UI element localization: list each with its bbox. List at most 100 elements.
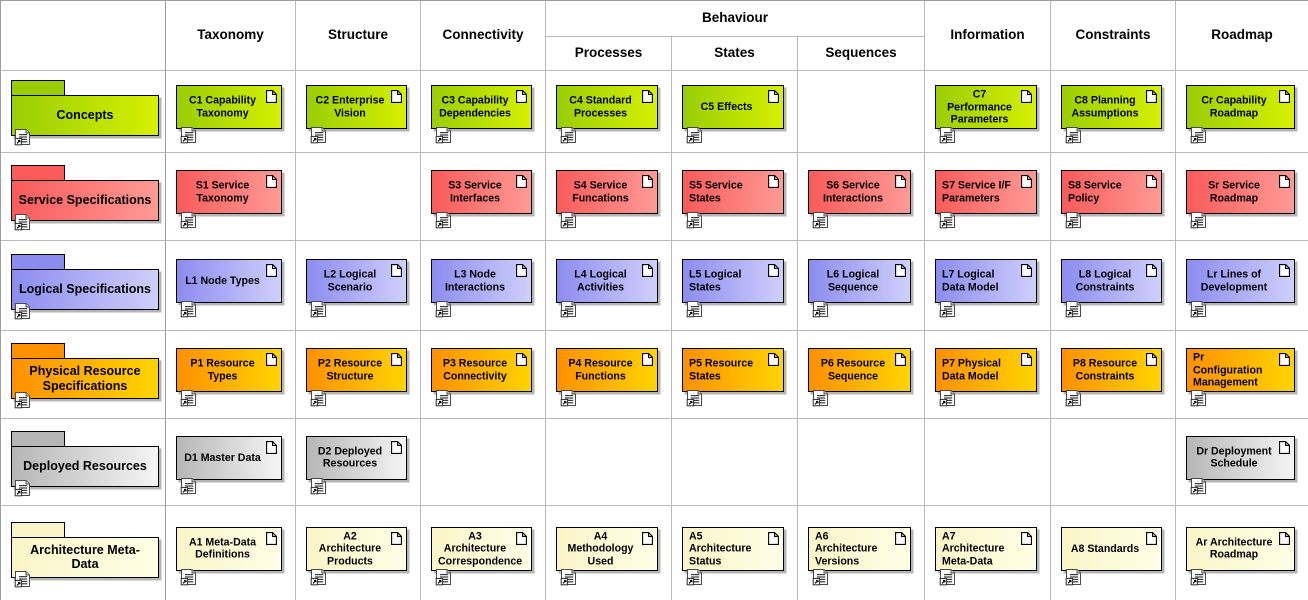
- linked-document-icon[interactable]: [686, 211, 704, 229]
- node-card-physical-sequences[interactable]: P6 Resource Sequence: [808, 348, 911, 407]
- column-header-taxonomy[interactable]: Taxonomy: [166, 1, 296, 71]
- node-card-meta-states[interactable]: A5 Architecture Status: [682, 526, 784, 585]
- linked-document-icon[interactable]: [560, 389, 578, 407]
- node-card-concepts-connectivity[interactable]: C3 Capability Dependencies: [431, 85, 532, 144]
- linked-document-icon[interactable]: [14, 128, 32, 146]
- linked-document-icon[interactable]: [180, 211, 198, 229]
- node-card-concepts-states[interactable]: C5 Effects: [682, 85, 784, 144]
- column-header-connectivity[interactable]: Connectivity: [421, 1, 546, 71]
- linked-document-icon[interactable]: [560, 568, 578, 586]
- linked-document-icon[interactable]: [180, 126, 198, 144]
- node-card-logical-states[interactable]: L5 Logical States: [682, 259, 784, 318]
- linked-document-icon[interactable]: [686, 389, 704, 407]
- linked-document-icon[interactable]: [939, 568, 957, 586]
- linked-document-icon[interactable]: [310, 300, 328, 318]
- linked-document-icon[interactable]: [14, 391, 32, 409]
- node-card-meta-processes[interactable]: A4 Methodology Used: [556, 526, 658, 585]
- node-card-logical-roadmap[interactable]: Lr Lines of Development: [1186, 259, 1295, 318]
- linked-document-icon[interactable]: [1065, 568, 1083, 586]
- column-header-structure[interactable]: Structure: [296, 1, 421, 71]
- linked-document-icon[interactable]: [1190, 477, 1208, 495]
- linked-document-icon[interactable]: [180, 300, 198, 318]
- node-card-service-constraints[interactable]: S8 Service Policy: [1061, 170, 1162, 229]
- node-card-physical-taxonomy[interactable]: P1 Resource Types: [176, 348, 282, 407]
- node-card-physical-states[interactable]: P5 Resource States: [682, 348, 784, 407]
- node-card-physical-connectivity[interactable]: P3 Resource Connectivity: [431, 348, 532, 407]
- linked-document-icon[interactable]: [560, 300, 578, 318]
- linked-document-icon[interactable]: [435, 389, 453, 407]
- linked-document-icon[interactable]: [560, 211, 578, 229]
- node-card-logical-taxonomy[interactable]: L1 Node Types: [176, 259, 282, 318]
- node-card-deployed-structure[interactable]: D2 Deployed Resources: [306, 435, 407, 494]
- node-card-service-taxonomy[interactable]: S1 Service Taxonomy: [176, 170, 282, 229]
- column-header-constraints[interactable]: Constraints: [1051, 1, 1176, 71]
- node-card-meta-structure[interactable]: A2 Architecture Products: [306, 526, 407, 585]
- linked-document-icon[interactable]: [939, 211, 957, 229]
- linked-document-icon[interactable]: [435, 126, 453, 144]
- node-card-deployed-roadmap[interactable]: Dr Deployment Schedule: [1186, 435, 1295, 494]
- node-card-concepts-processes[interactable]: C4 Standard Processes: [556, 85, 658, 144]
- linked-document-icon[interactable]: [1065, 300, 1083, 318]
- node-card-deployed-taxonomy[interactable]: D1 Master Data: [176, 435, 282, 494]
- row-label-service[interactable]: Service Specifications: [11, 165, 159, 231]
- node-card-service-sequences[interactable]: S6 Service Interactions: [808, 170, 911, 229]
- linked-document-icon[interactable]: [812, 300, 830, 318]
- column-header-states[interactable]: States: [672, 37, 798, 71]
- linked-document-icon[interactable]: [1065, 211, 1083, 229]
- node-card-meta-connectivity[interactable]: A3 Architecture Correspondence: [431, 526, 532, 585]
- row-label-meta[interactable]: Architecture Meta-Data: [11, 521, 159, 587]
- linked-document-icon[interactable]: [14, 213, 32, 231]
- row-label-concepts[interactable]: Concepts: [11, 80, 159, 146]
- column-header-sequences[interactable]: Sequences: [798, 37, 925, 71]
- node-card-concepts-roadmap[interactable]: Cr Capability Roadmap: [1186, 85, 1295, 144]
- linked-document-icon[interactable]: [686, 126, 704, 144]
- node-card-service-states[interactable]: S5 Service States: [682, 170, 784, 229]
- linked-document-icon[interactable]: [180, 477, 198, 495]
- linked-document-icon[interactable]: [14, 570, 32, 588]
- node-card-logical-sequences[interactable]: L6 Logical Sequence: [808, 259, 911, 318]
- linked-document-icon[interactable]: [939, 389, 957, 407]
- node-card-meta-roadmap[interactable]: Ar Architecture Roadmap: [1186, 526, 1295, 585]
- node-card-concepts-taxonomy[interactable]: C1 Capability Taxonomy: [176, 85, 282, 144]
- node-card-logical-information[interactable]: L7 Logical Data Model: [935, 259, 1037, 318]
- column-header-processes[interactable]: Processes: [546, 37, 672, 71]
- row-label-logical[interactable]: Logical Specifications: [11, 254, 159, 320]
- node-card-logical-constraints[interactable]: L8 Logical Constraints: [1061, 259, 1162, 318]
- linked-document-icon[interactable]: [1190, 126, 1208, 144]
- linked-document-icon[interactable]: [435, 211, 453, 229]
- node-card-service-information[interactable]: S7 Service I/F Parameters: [935, 170, 1037, 229]
- linked-document-icon[interactable]: [435, 568, 453, 586]
- linked-document-icon[interactable]: [14, 302, 32, 320]
- linked-document-icon[interactable]: [1190, 300, 1208, 318]
- linked-document-icon[interactable]: [1190, 568, 1208, 586]
- linked-document-icon[interactable]: [310, 477, 328, 495]
- linked-document-icon[interactable]: [435, 300, 453, 318]
- node-card-physical-roadmap[interactable]: Pr Configuration Management: [1186, 348, 1295, 407]
- linked-document-icon[interactable]: [310, 389, 328, 407]
- linked-document-icon[interactable]: [939, 300, 957, 318]
- linked-document-icon[interactable]: [1065, 126, 1083, 144]
- node-card-meta-sequences[interactable]: A6 Architecture Versions: [808, 526, 911, 585]
- node-card-logical-connectivity[interactable]: L3 Node Interactions: [431, 259, 532, 318]
- node-card-physical-processes[interactable]: P4 Resource Functions: [556, 348, 658, 407]
- node-card-concepts-structure[interactable]: C2 Enterprise Vision: [306, 85, 407, 144]
- linked-document-icon[interactable]: [560, 126, 578, 144]
- node-card-service-roadmap[interactable]: Sr Service Roadmap: [1186, 170, 1295, 229]
- node-card-physical-constraints[interactable]: P8 Resource Constraints: [1061, 348, 1162, 407]
- linked-document-icon[interactable]: [1190, 211, 1208, 229]
- row-label-physical[interactable]: Physical Resource Specifications: [11, 343, 159, 409]
- column-header-information[interactable]: Information: [925, 1, 1051, 71]
- node-card-physical-structure[interactable]: P2 Resource Structure: [306, 348, 407, 407]
- linked-document-icon[interactable]: [180, 389, 198, 407]
- column-header-roadmap[interactable]: Roadmap: [1176, 1, 1308, 71]
- linked-document-icon[interactable]: [686, 300, 704, 318]
- node-card-meta-information[interactable]: A7 Architecture Meta-Data: [935, 526, 1037, 585]
- node-card-service-connectivity[interactable]: S3 Service Interfaces: [431, 170, 532, 229]
- node-card-concepts-constraints[interactable]: C8 Planning Assumptions: [1061, 85, 1162, 144]
- node-card-concepts-information[interactable]: C7 Performance Parameters: [935, 85, 1037, 144]
- linked-document-icon[interactable]: [1065, 389, 1083, 407]
- node-card-physical-information[interactable]: P7 Physical Data Model: [935, 348, 1037, 407]
- node-card-meta-constraints[interactable]: A8 Standards: [1061, 526, 1162, 585]
- node-card-meta-taxonomy[interactable]: A1 Meta-Data Definitions: [176, 526, 282, 585]
- linked-document-icon[interactable]: [686, 568, 704, 586]
